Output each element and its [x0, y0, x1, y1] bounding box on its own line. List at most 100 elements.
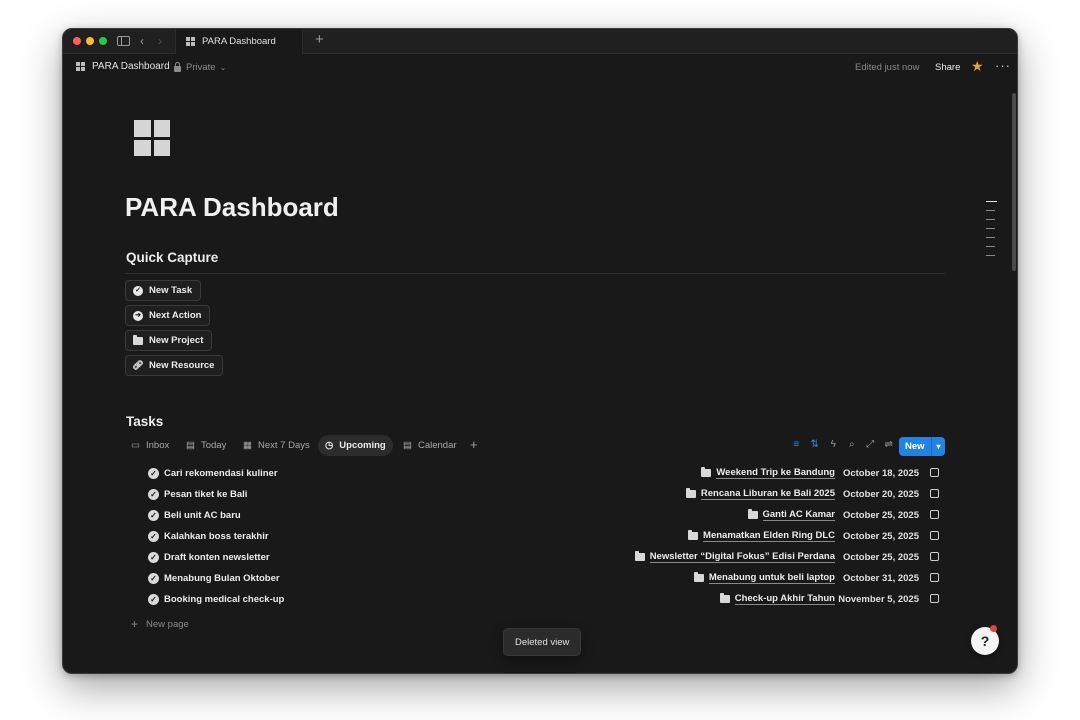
new-project-button[interactable]: New Project	[125, 330, 213, 351]
clock-icon: ◷	[325, 440, 334, 451]
favorite-star-icon[interactable]: ★	[971, 58, 984, 75]
project-link[interactable]: Newsletter “Digital Fokus” Edisi Perdana	[634, 551, 835, 563]
scrollbar[interactable]	[1012, 93, 1016, 271]
tab-label: Upcoming	[339, 440, 386, 451]
sort-icon[interactable]: ⇅	[806, 439, 825, 450]
done-checkbox[interactable]	[930, 594, 939, 603]
task-title[interactable]: Cari rekomendasi kuliner	[164, 468, 278, 479]
new-page-button[interactable]: + New page	[131, 617, 189, 631]
settings-sliders-icon[interactable]: ⇌	[880, 439, 899, 450]
tab-para-dashboard[interactable]: PARA Dashboard	[175, 29, 303, 54]
tab-inbox[interactable]: ▭ Inbox	[124, 435, 176, 456]
calendar-grid-icon: ▦	[243, 440, 252, 451]
more-options-icon[interactable]: ···	[995, 58, 1011, 73]
table-row[interactable]: ✓ Menabung Bulan Oktober Menabung untuk …	[125, 568, 945, 589]
tasks-heading: Tasks	[126, 414, 164, 429]
project-link[interactable]: Check-up Akhir Tahun	[719, 593, 835, 605]
title-bar: ‹ › PARA Dashboard +	[63, 29, 1017, 54]
check-circle-icon: ✓	[148, 573, 159, 584]
toast-notification: Deleted view	[503, 628, 582, 656]
new-resource-button[interactable]: 🔗︎ New Resource	[125, 355, 224, 376]
grid-icon	[76, 62, 85, 71]
task-title[interactable]: Kalahkan boss terakhir	[164, 531, 269, 542]
search-icon[interactable]: ⌕	[843, 439, 862, 450]
tab-title: PARA Dashboard	[202, 36, 276, 47]
tab-calendar[interactable]: ▤ Calendar	[396, 435, 464, 456]
project-link[interactable]: Menabung untuk beli laptop	[693, 572, 835, 584]
table-row[interactable]: ✓ Kalahkan boss terakhir Menamatkan Elde…	[125, 526, 945, 547]
tab-today[interactable]: ▤ Today	[179, 435, 233, 456]
new-page-label: New page	[146, 618, 189, 630]
tab-label: Inbox	[145, 440, 170, 451]
check-circle-icon: ✓	[148, 468, 159, 479]
button-label: New Resource	[149, 360, 215, 371]
page-header: PARA Dashboard Private ⌄ Edited just now…	[63, 55, 1017, 81]
new-button-label: New	[905, 441, 925, 452]
page-grid-icon[interactable]	[134, 120, 170, 156]
done-checkbox[interactable]	[930, 552, 939, 561]
button-label: New Project	[149, 335, 204, 346]
new-tab-button[interactable]: +	[315, 32, 324, 48]
due-date: October 18, 2025	[842, 468, 919, 479]
expand-icon[interactable]: ⤢	[861, 439, 880, 450]
chevron-down-icon[interactable]: ▾	[932, 442, 945, 451]
table-row[interactable]: ✓ Beli unit AC baru Ganti AC Kamar Octob…	[125, 505, 945, 526]
done-checkbox[interactable]	[930, 489, 939, 498]
privacy-dropdown[interactable]: Private ⌄	[174, 61, 226, 73]
breadcrumb[interactable]: PARA Dashboard	[76, 61, 170, 72]
check-circle-icon: ✓	[148, 594, 159, 605]
plus-icon: +	[131, 617, 139, 631]
task-title[interactable]: Pesan tiket ke Bali	[164, 489, 247, 500]
button-label: New Task	[149, 285, 193, 296]
project-link[interactable]: Rencana Liburan ke Bali 2025	[685, 488, 835, 500]
new-record-button[interactable]: New ▾	[899, 437, 945, 456]
share-button[interactable]: Share	[935, 62, 960, 73]
tab-next-7-days[interactable]: ▦ Next 7 Days	[236, 435, 317, 456]
divider	[125, 273, 945, 274]
forward-arrow-icon[interactable]: ›	[158, 34, 162, 48]
due-date: November 5, 2025	[838, 594, 919, 605]
folder-icon	[685, 488, 696, 498]
edited-status: Edited just now	[855, 62, 920, 73]
done-checkbox[interactable]	[930, 573, 939, 582]
table-of-contents[interactable]	[986, 201, 997, 264]
folder-icon	[693, 572, 704, 582]
quick-capture-heading: Quick Capture	[126, 250, 219, 265]
help-button[interactable]: ?	[971, 625, 999, 655]
back-arrow-icon[interactable]: ‹	[140, 34, 144, 48]
tab-upcoming[interactable]: ◷ Upcoming	[318, 435, 393, 456]
table-row[interactable]: ✓ Booking medical check-up Check-up Akhi…	[125, 589, 945, 610]
project-link[interactable]: Weekend Trip ke Bandung	[701, 467, 835, 479]
table-row[interactable]: ✓ Pesan tiket ke Bali Rencana Liburan ke…	[125, 484, 945, 505]
page-title[interactable]: PARA Dashboard	[125, 192, 339, 223]
breadcrumb-label: PARA Dashboard	[92, 61, 170, 72]
close-window-button[interactable]	[73, 37, 81, 45]
sidebar-toggle-icon[interactable]	[117, 36, 130, 46]
task-title[interactable]: Booking medical check-up	[164, 594, 284, 605]
task-title[interactable]: Draft konten newsletter	[164, 552, 270, 563]
filter-icon[interactable]: ≡	[787, 439, 806, 450]
add-view-button[interactable]: +	[470, 437, 478, 452]
check-circle-icon: ✓	[148, 531, 159, 542]
task-title[interactable]: Menabung Bulan Oktober	[164, 573, 280, 584]
done-checkbox[interactable]	[930, 531, 939, 540]
maximize-window-button[interactable]	[99, 37, 107, 45]
calendar-icon: ▤	[186, 440, 195, 451]
minimize-window-button[interactable]	[86, 37, 94, 45]
due-date: October 20, 2025	[842, 489, 919, 500]
browser-window: ‹ › PARA Dashboard + PARA Dashboard Priv…	[62, 28, 1018, 674]
table-row[interactable]: ✓ Cari rekomendasi kuliner Weekend Trip …	[125, 463, 945, 484]
folder-icon	[634, 551, 645, 561]
project-link[interactable]: Ganti AC Kamar	[747, 509, 835, 521]
table-row[interactable]: ✓ Draft konten newsletter Newsletter “Di…	[125, 547, 945, 568]
database-toolbar: ≡ ⇅ ϟ ⌕ ⤢ ⇌	[787, 439, 898, 450]
done-checkbox[interactable]	[930, 510, 939, 519]
done-checkbox[interactable]	[930, 468, 939, 477]
new-task-button[interactable]: ✓ New Task	[125, 280, 202, 301]
project-link[interactable]: Menamatkan Elden Ring DLC	[688, 530, 835, 542]
automation-bolt-icon[interactable]: ϟ	[824, 439, 843, 450]
folder-icon	[719, 593, 730, 603]
next-action-button[interactable]: ➔ Next Action	[125, 305, 211, 326]
task-title[interactable]: Beli unit AC baru	[164, 510, 241, 521]
privacy-label: Private	[186, 62, 216, 73]
